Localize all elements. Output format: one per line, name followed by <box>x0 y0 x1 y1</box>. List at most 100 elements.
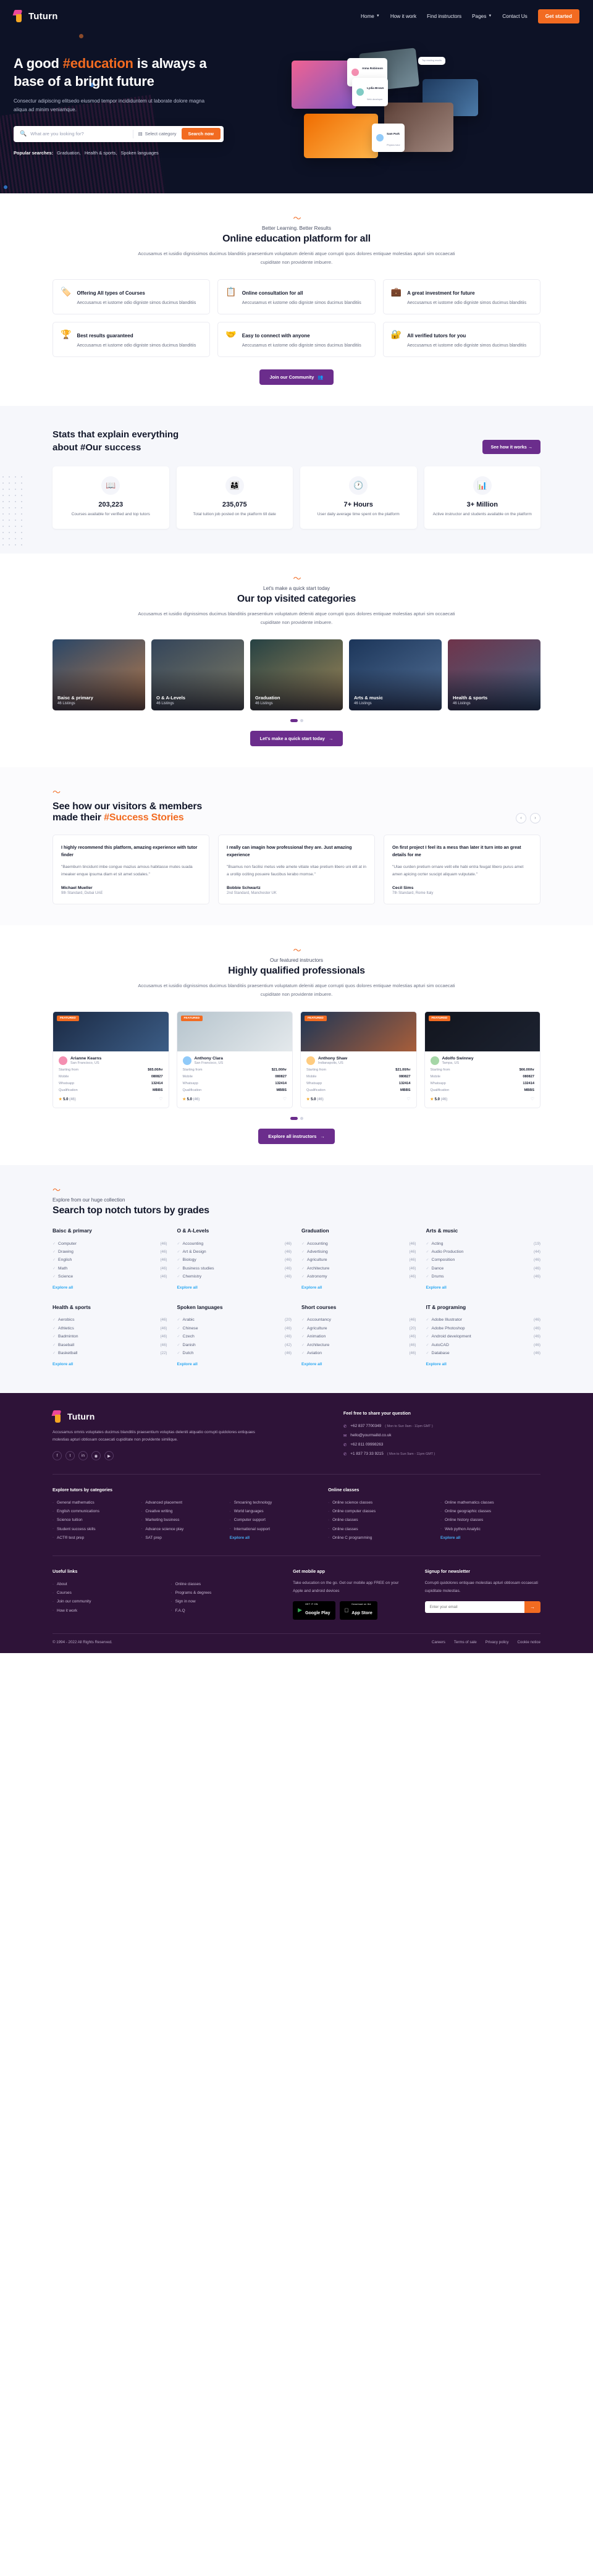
instructor-card[interactable]: FEATURED Arianne Kearns San Francisco, U… <box>53 1011 169 1109</box>
footer-link[interactable]: · F.A.Q <box>171 1606 277 1615</box>
feature-card[interactable]: 🔐 All verified tutors for you Aeccusamus… <box>382 321 540 357</box>
grade-list-item[interactable]: ✓ AutoCAD (46) <box>426 1341 541 1349</box>
quick-start-button[interactable]: Let's make a quick start today → <box>250 731 343 747</box>
footer-link[interactable]: · Programs & degrees <box>171 1589 277 1597</box>
facebook-icon[interactable]: f <box>53 1451 62 1461</box>
next-arrow-button[interactable]: › <box>530 813 540 824</box>
grade-list-item[interactable]: ✓ Business studies (46) <box>177 1265 292 1273</box>
app-store-button[interactable]:  Download on the App Store <box>339 1601 377 1620</box>
grade-list-item[interactable]: ✓ Acting (19) <box>426 1239 541 1247</box>
category-select[interactable]: ▤ Select category <box>138 131 177 137</box>
newsletter-submit-button[interactable]: → <box>524 1601 540 1613</box>
grade-explore-all-link[interactable]: Explore all <box>301 1362 322 1366</box>
footer-link[interactable]: · General mathematics <box>53 1498 128 1507</box>
footer-link[interactable]: · Courses <box>53 1589 159 1597</box>
grade-list-item[interactable]: ✓ Composition (46) <box>426 1256 541 1264</box>
footer-link[interactable]: · Web python Analytic <box>440 1525 540 1533</box>
grade-list-item[interactable]: ✓ Baseball (46) <box>53 1341 167 1349</box>
feature-card[interactable]: 🏷️ Offering All types of Courses Aeccusa… <box>53 279 211 314</box>
grade-list-item[interactable]: ✓ Adobe Photoshop (46) <box>426 1324 541 1332</box>
footer-link[interactable]: · Online mathematics classes <box>440 1498 540 1507</box>
feature-card[interactable]: 💼 A great investment for future Aeccusam… <box>382 279 540 314</box>
instructor-mini-card[interactable]: Lydia Brown Web developer <box>352 78 389 106</box>
grade-list-item[interactable]: ✓ Adobe Illustrator (46) <box>426 1316 541 1324</box>
linkedin-icon[interactable]: in <box>78 1451 88 1461</box>
footer-logo[interactable]: Tuturn <box>51 1410 319 1423</box>
grade-list-item[interactable]: ✓ Agriculture (46) <box>301 1256 416 1264</box>
grade-list-item[interactable]: ✓ Architecture (46) <box>301 1341 416 1349</box>
footer-contact-row[interactable]: ✉ hello@yourmailid.co.uk <box>343 1431 540 1440</box>
prev-arrow-button[interactable]: ‹ <box>516 813 526 824</box>
grade-explore-all-link[interactable]: Explore all <box>177 1286 198 1290</box>
grade-list-item[interactable]: ✓ Database (46) <box>426 1349 541 1357</box>
instructor-card[interactable]: FEATURED Anthony Clara San Francisco, US… <box>176 1011 293 1109</box>
footer-link[interactable]: · Online computer classes <box>328 1507 428 1516</box>
grade-list-item[interactable]: ✓ Czech (46) <box>177 1332 292 1341</box>
instructor-mini-card[interactable]: Sam Park Physics tutor <box>372 124 405 152</box>
footer-link[interactable]: · Student success skills <box>53 1525 128 1533</box>
grade-list-item[interactable]: ✓ Athletics (46) <box>53 1324 167 1332</box>
footer-link[interactable]: · Creative writing <box>141 1507 217 1516</box>
footer-link[interactable]: · About <box>53 1580 159 1588</box>
footer-contact-row[interactable]: ✆ +62 837 7700349( Mon to Sun 9am - 11pm … <box>343 1421 540 1431</box>
grade-list-item[interactable]: ✓ Chemistry (46) <box>177 1273 292 1281</box>
grade-list-item[interactable]: ✓ Math (46) <box>53 1265 167 1273</box>
grade-list-item[interactable]: ✓ Drawing (46) <box>53 1248 167 1256</box>
nav-item-home[interactable]: Home ▼ <box>361 14 380 19</box>
youtube-icon[interactable]: ▶ <box>104 1451 114 1461</box>
get-started-button[interactable]: Get started <box>537 9 579 23</box>
category-card[interactable]: Baisc & primary 46 Listings <box>53 639 145 711</box>
feature-card[interactable]: 🏆 Best results guaranteed Aeccusamus et … <box>53 321 211 357</box>
grade-explore-all-link[interactable]: Explore all <box>301 1286 322 1290</box>
grade-list-item[interactable]: ✓ Accountancy (46) <box>301 1316 416 1324</box>
footer-link[interactable]: · Computer support <box>230 1516 306 1525</box>
grade-list-item[interactable]: ✓ Danish (42) <box>177 1341 292 1349</box>
popular-item[interactable]: Graduation, <box>57 150 81 156</box>
google-play-button[interactable]: ▶ GET IT ON Google Play <box>293 1601 335 1620</box>
grade-list-item[interactable]: ✓ Science (46) <box>53 1273 167 1281</box>
heart-icon[interactable]: ♡ <box>406 1096 410 1101</box>
heart-icon[interactable]: ♡ <box>283 1096 287 1101</box>
instructor-card[interactable]: FEATURED Anthony Shaw Indianapolis, US S… <box>300 1011 417 1109</box>
grade-explore-all-link[interactable]: Explore all <box>177 1362 198 1366</box>
grade-list-item[interactable]: ✓ Agriculture (20) <box>301 1324 416 1332</box>
grade-list-item[interactable]: ✓ Computer (46) <box>53 1239 167 1247</box>
category-card[interactable]: Graduation 46 Listings <box>250 639 343 711</box>
legal-cookie[interactable]: Cookie notice <box>518 1640 541 1644</box>
grade-list-item[interactable]: ✓ Drums (46) <box>426 1273 541 1281</box>
feature-card[interactable]: 🤝 Easy to connect with anyone Aeccusamus… <box>217 321 376 357</box>
grade-list-item[interactable]: ✓ Aerobics (46) <box>53 1316 167 1324</box>
grade-list-item[interactable]: ✓ Art & Design (46) <box>177 1248 292 1256</box>
grade-list-item[interactable]: ✓ Arabic (20) <box>177 1316 292 1324</box>
join-community-button[interactable]: Join our Community 👥 <box>259 369 334 385</box>
pager-dot-active[interactable] <box>290 1117 298 1121</box>
popular-item[interactable]: Health & sports, <box>85 150 117 156</box>
footer-link[interactable]: · English communications <box>53 1507 128 1516</box>
heart-icon[interactable]: ♡ <box>531 1096 534 1101</box>
grade-list-item[interactable]: ✓ Android development (46) <box>426 1332 541 1341</box>
footer-link[interactable]: · Online classes <box>171 1580 277 1588</box>
see-how-it-works-button[interactable]: See how it works → <box>482 439 540 454</box>
search-button[interactable]: Search now <box>181 128 221 140</box>
grade-list-item[interactable]: ✓ Astronomy (46) <box>301 1273 416 1281</box>
grade-explore-all-link[interactable]: Explore all <box>426 1362 447 1366</box>
grade-list-item[interactable]: ✓ Biology (46) <box>177 1256 292 1264</box>
nav-item-find-instructors[interactable]: Find instructors <box>427 14 461 19</box>
footer-link[interactable]: · Advance science play <box>141 1525 217 1533</box>
feature-card[interactable]: 📋 Online consultation for all Aeccusamus… <box>217 279 376 314</box>
grade-list-item[interactable]: ✓ Dutch (46) <box>177 1349 292 1357</box>
footer-link[interactable]: · Online classes <box>328 1525 428 1533</box>
footer-link[interactable]: · Online C programming <box>328 1533 428 1542</box>
heart-icon[interactable]: ♡ <box>159 1096 162 1101</box>
grade-list-item[interactable]: ✓ Accounting (46) <box>301 1239 416 1247</box>
grade-list-item[interactable]: ✓ Chinese (46) <box>177 1324 292 1332</box>
category-card[interactable]: O & A-Levels 46 Listings <box>151 639 244 711</box>
footer-link[interactable]: · How it work <box>53 1606 159 1615</box>
grade-explore-all-link[interactable]: Explore all <box>426 1286 447 1290</box>
footer-link[interactable]: · Join our community <box>53 1597 159 1606</box>
search-input[interactable] <box>30 131 128 137</box>
legal-careers[interactable]: Careers <box>432 1640 445 1644</box>
instructor-card[interactable]: FEATURED Adolfo Swinney Tampa, US Starti… <box>424 1011 540 1109</box>
category-card[interactable]: Arts & music 46 Listings <box>349 639 442 711</box>
grade-explore-all-link[interactable]: Explore all <box>53 1362 73 1366</box>
